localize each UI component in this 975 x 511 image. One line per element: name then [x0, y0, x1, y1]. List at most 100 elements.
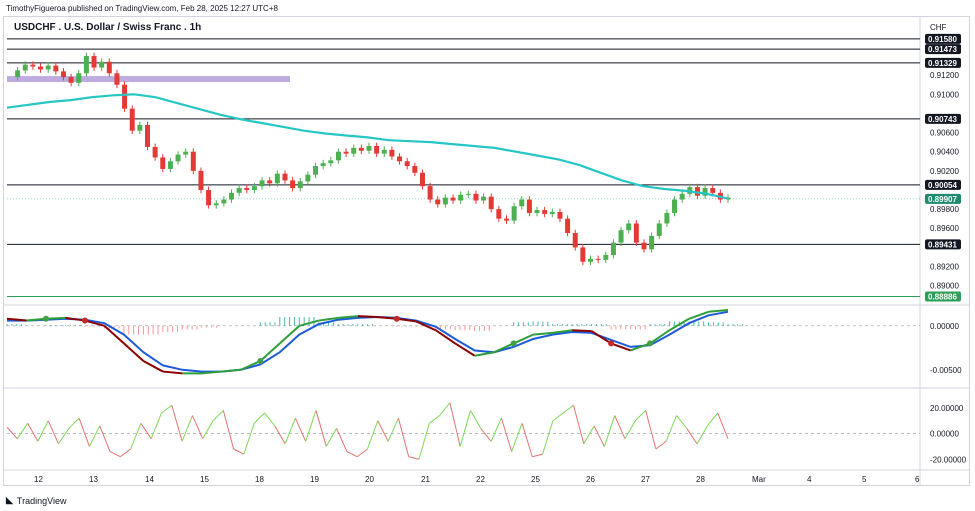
candle-body — [366, 145, 372, 151]
candle-body — [38, 66, 44, 70]
candle-body — [91, 56, 97, 68]
candle-body — [610, 242, 616, 256]
macd-line-segment — [610, 342, 631, 352]
tradingview-logo-text: TradingView — [16, 495, 67, 506]
osc-line-segment — [130, 423, 142, 450]
candle-body — [588, 258, 594, 262]
time-axis-label: 19 — [310, 475, 319, 484]
price-tick-label: 0.89600 — [930, 224, 959, 233]
candle-body — [679, 193, 685, 200]
osc-tick-label: 0.00000 — [930, 430, 959, 439]
macd-cross-dot — [257, 358, 264, 365]
candle-body — [572, 233, 578, 248]
supply-demand-zone — [7, 76, 290, 83]
osc-line-segment — [181, 415, 193, 442]
osc-line-segment — [439, 402, 451, 416]
osc-line-segment — [37, 420, 49, 442]
osc-line-segment — [500, 417, 513, 452]
osc-line-segment — [665, 415, 677, 442]
candle-body — [565, 218, 571, 234]
price-tick-label: 0.90400 — [930, 148, 959, 157]
candle-body — [175, 154, 181, 162]
candle-body — [60, 71, 66, 78]
osc-tick-label: 20.00000 — [930, 404, 964, 413]
candle-body — [274, 173, 280, 184]
osc-line-segment — [336, 428, 348, 452]
candle-body — [374, 145, 380, 154]
candle-body — [229, 192, 235, 200]
osc-line-segment — [264, 412, 276, 427]
macd-cross-dot — [81, 317, 88, 324]
candle-body — [496, 209, 502, 219]
candle-body — [412, 166, 418, 173]
candle-body — [152, 146, 158, 158]
time-axis-label: 26 — [586, 475, 595, 484]
osc-line-segment — [542, 420, 554, 455]
candle-body — [633, 223, 639, 243]
osc-line-segment — [511, 423, 523, 452]
candle-body — [183, 151, 189, 155]
osc-line-segment — [593, 425, 605, 447]
osc-line-segment — [573, 405, 585, 444]
osc-line-segment — [120, 448, 131, 458]
osc-line-segment — [47, 420, 59, 445]
macd-cross-dot — [647, 340, 654, 347]
tradingview-logo[interactable]: ◣ TradingView — [6, 495, 66, 506]
price-level-tag-label: 0.91473 — [928, 45, 957, 54]
candle-body — [236, 188, 242, 193]
candle-body — [465, 193, 471, 195]
osc-line-segment — [717, 412, 729, 439]
osc-line-segment — [552, 412, 564, 422]
price-tick-label: 0.89000 — [930, 282, 959, 291]
time-axis-label: 12 — [34, 475, 43, 484]
candle-body — [389, 149, 395, 157]
osc-line-segment — [356, 448, 368, 458]
candle-body — [68, 77, 74, 83]
osc-line-segment — [686, 428, 698, 445]
osc-line-segment — [27, 423, 39, 442]
candle-body — [404, 161, 410, 167]
candle-body — [603, 255, 609, 260]
osc-line-segment — [88, 425, 101, 447]
time-axis-label: 13 — [89, 475, 98, 484]
osc-line-segment — [377, 420, 389, 442]
candle-body — [381, 149, 387, 154]
candle-body — [526, 199, 532, 213]
osc-line-segment — [490, 417, 502, 442]
candle-body — [397, 156, 403, 162]
osc-line-segment — [397, 418, 410, 457]
osc-line-segment — [346, 451, 358, 458]
time-axis-label: 4 — [807, 475, 812, 484]
macd-line-segment — [279, 325, 300, 345]
osc-line-segment — [408, 456, 420, 460]
candle-body — [473, 193, 479, 201]
candle-body — [358, 147, 364, 151]
price-level-tag-label: 0.89431 — [928, 240, 957, 249]
osc-line-segment — [99, 425, 111, 452]
candle-body — [22, 64, 28, 71]
osc-line-segment — [202, 420, 214, 439]
osc-line-segment — [68, 417, 80, 429]
osc-line-segment — [253, 412, 265, 424]
price-level-tag-label: 0.88886 — [928, 293, 957, 302]
candle-body — [305, 174, 311, 182]
candle-body — [83, 56, 89, 74]
price-level-tag-label: 0.91329 — [928, 59, 957, 68]
osc-line-segment — [222, 410, 235, 450]
price-tick-label: 0.90600 — [930, 129, 959, 138]
candle-body — [595, 258, 601, 260]
time-axis-label: 20 — [365, 475, 374, 484]
chart-svg[interactable]: 0.91200 0.91000 0.90600 0.90400 0.90200 0.898… — [0, 0, 975, 511]
candle-body — [99, 61, 105, 68]
candle-body — [282, 173, 288, 181]
candle-body — [542, 210, 548, 214]
time-axis-label: 18 — [255, 475, 264, 484]
candle-body — [458, 194, 464, 201]
candle-body — [442, 197, 448, 205]
osc-line-segment — [521, 423, 533, 457]
candle-body — [106, 61, 112, 74]
time-axis-label: 21 — [421, 475, 430, 484]
candle-body — [343, 151, 349, 154]
candle-body — [251, 186, 257, 190]
candle-body — [313, 166, 319, 175]
